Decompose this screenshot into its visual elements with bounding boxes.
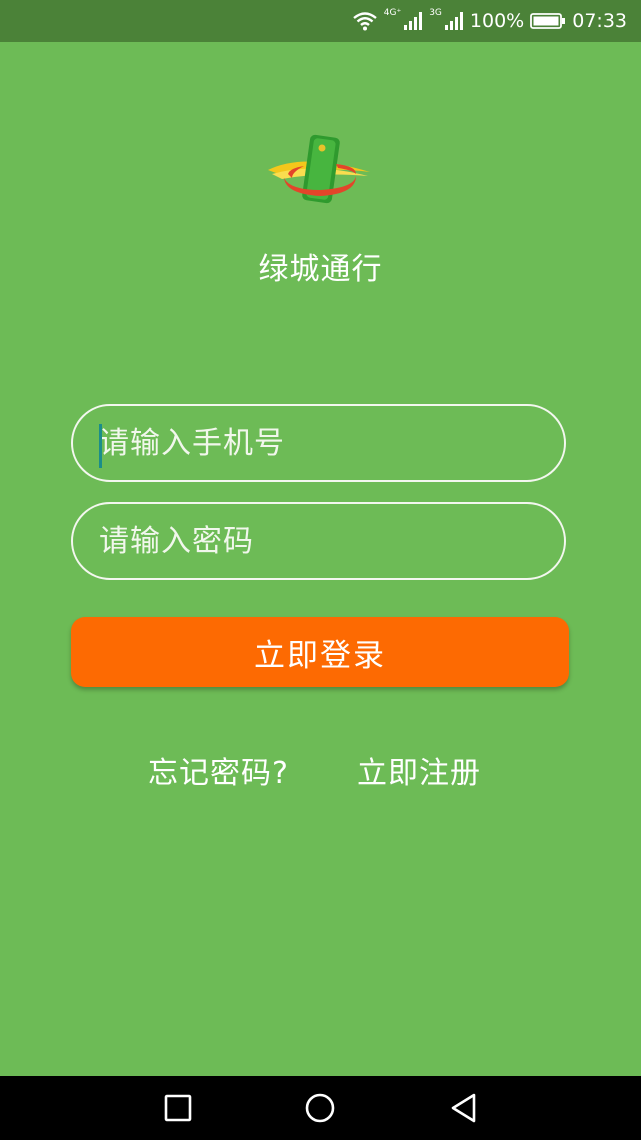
login-screen: 4G⁺ 3G 100% 07:33 绿城通行 请输入手机号 立即登录 忘记密码?… — [0, 0, 641, 1140]
forgot-password-link[interactable]: 忘记密码? — [148, 748, 289, 792]
battery-percent: 100% — [469, 10, 525, 32]
status-bar: 4G⁺ 3G 100% 07:33 — [0, 0, 641, 42]
app-title: 绿城通行 — [258, 252, 383, 287]
signal-icon — [404, 12, 423, 30]
triangle-back-icon[interactable] — [446, 1090, 482, 1126]
phone-input-field[interactable] — [71, 404, 566, 482]
square-icon[interactable] — [160, 1090, 196, 1126]
battery-icon — [530, 13, 566, 29]
phone-input[interactable] — [99, 406, 539, 480]
circle-icon[interactable] — [302, 1090, 338, 1126]
password-input[interactable] — [99, 504, 539, 578]
login-button[interactable]: 立即登录 — [71, 617, 569, 687]
navigation-bar — [0, 1076, 641, 1140]
password-input-field[interactable] — [71, 502, 566, 580]
signal-icon — [444, 12, 463, 30]
status-icons: 4G⁺ 3G 100% 07:33 — [352, 0, 627, 42]
network-3g-label: 3G — [429, 8, 442, 18]
clock: 07:33 — [572, 10, 627, 32]
app-logo — [268, 134, 370, 204]
wifi-icon — [352, 12, 377, 31]
text-cursor — [99, 424, 102, 468]
register-link[interactable]: 立即注册 — [357, 748, 481, 792]
network-4g-label: 4G⁺ — [383, 8, 402, 18]
